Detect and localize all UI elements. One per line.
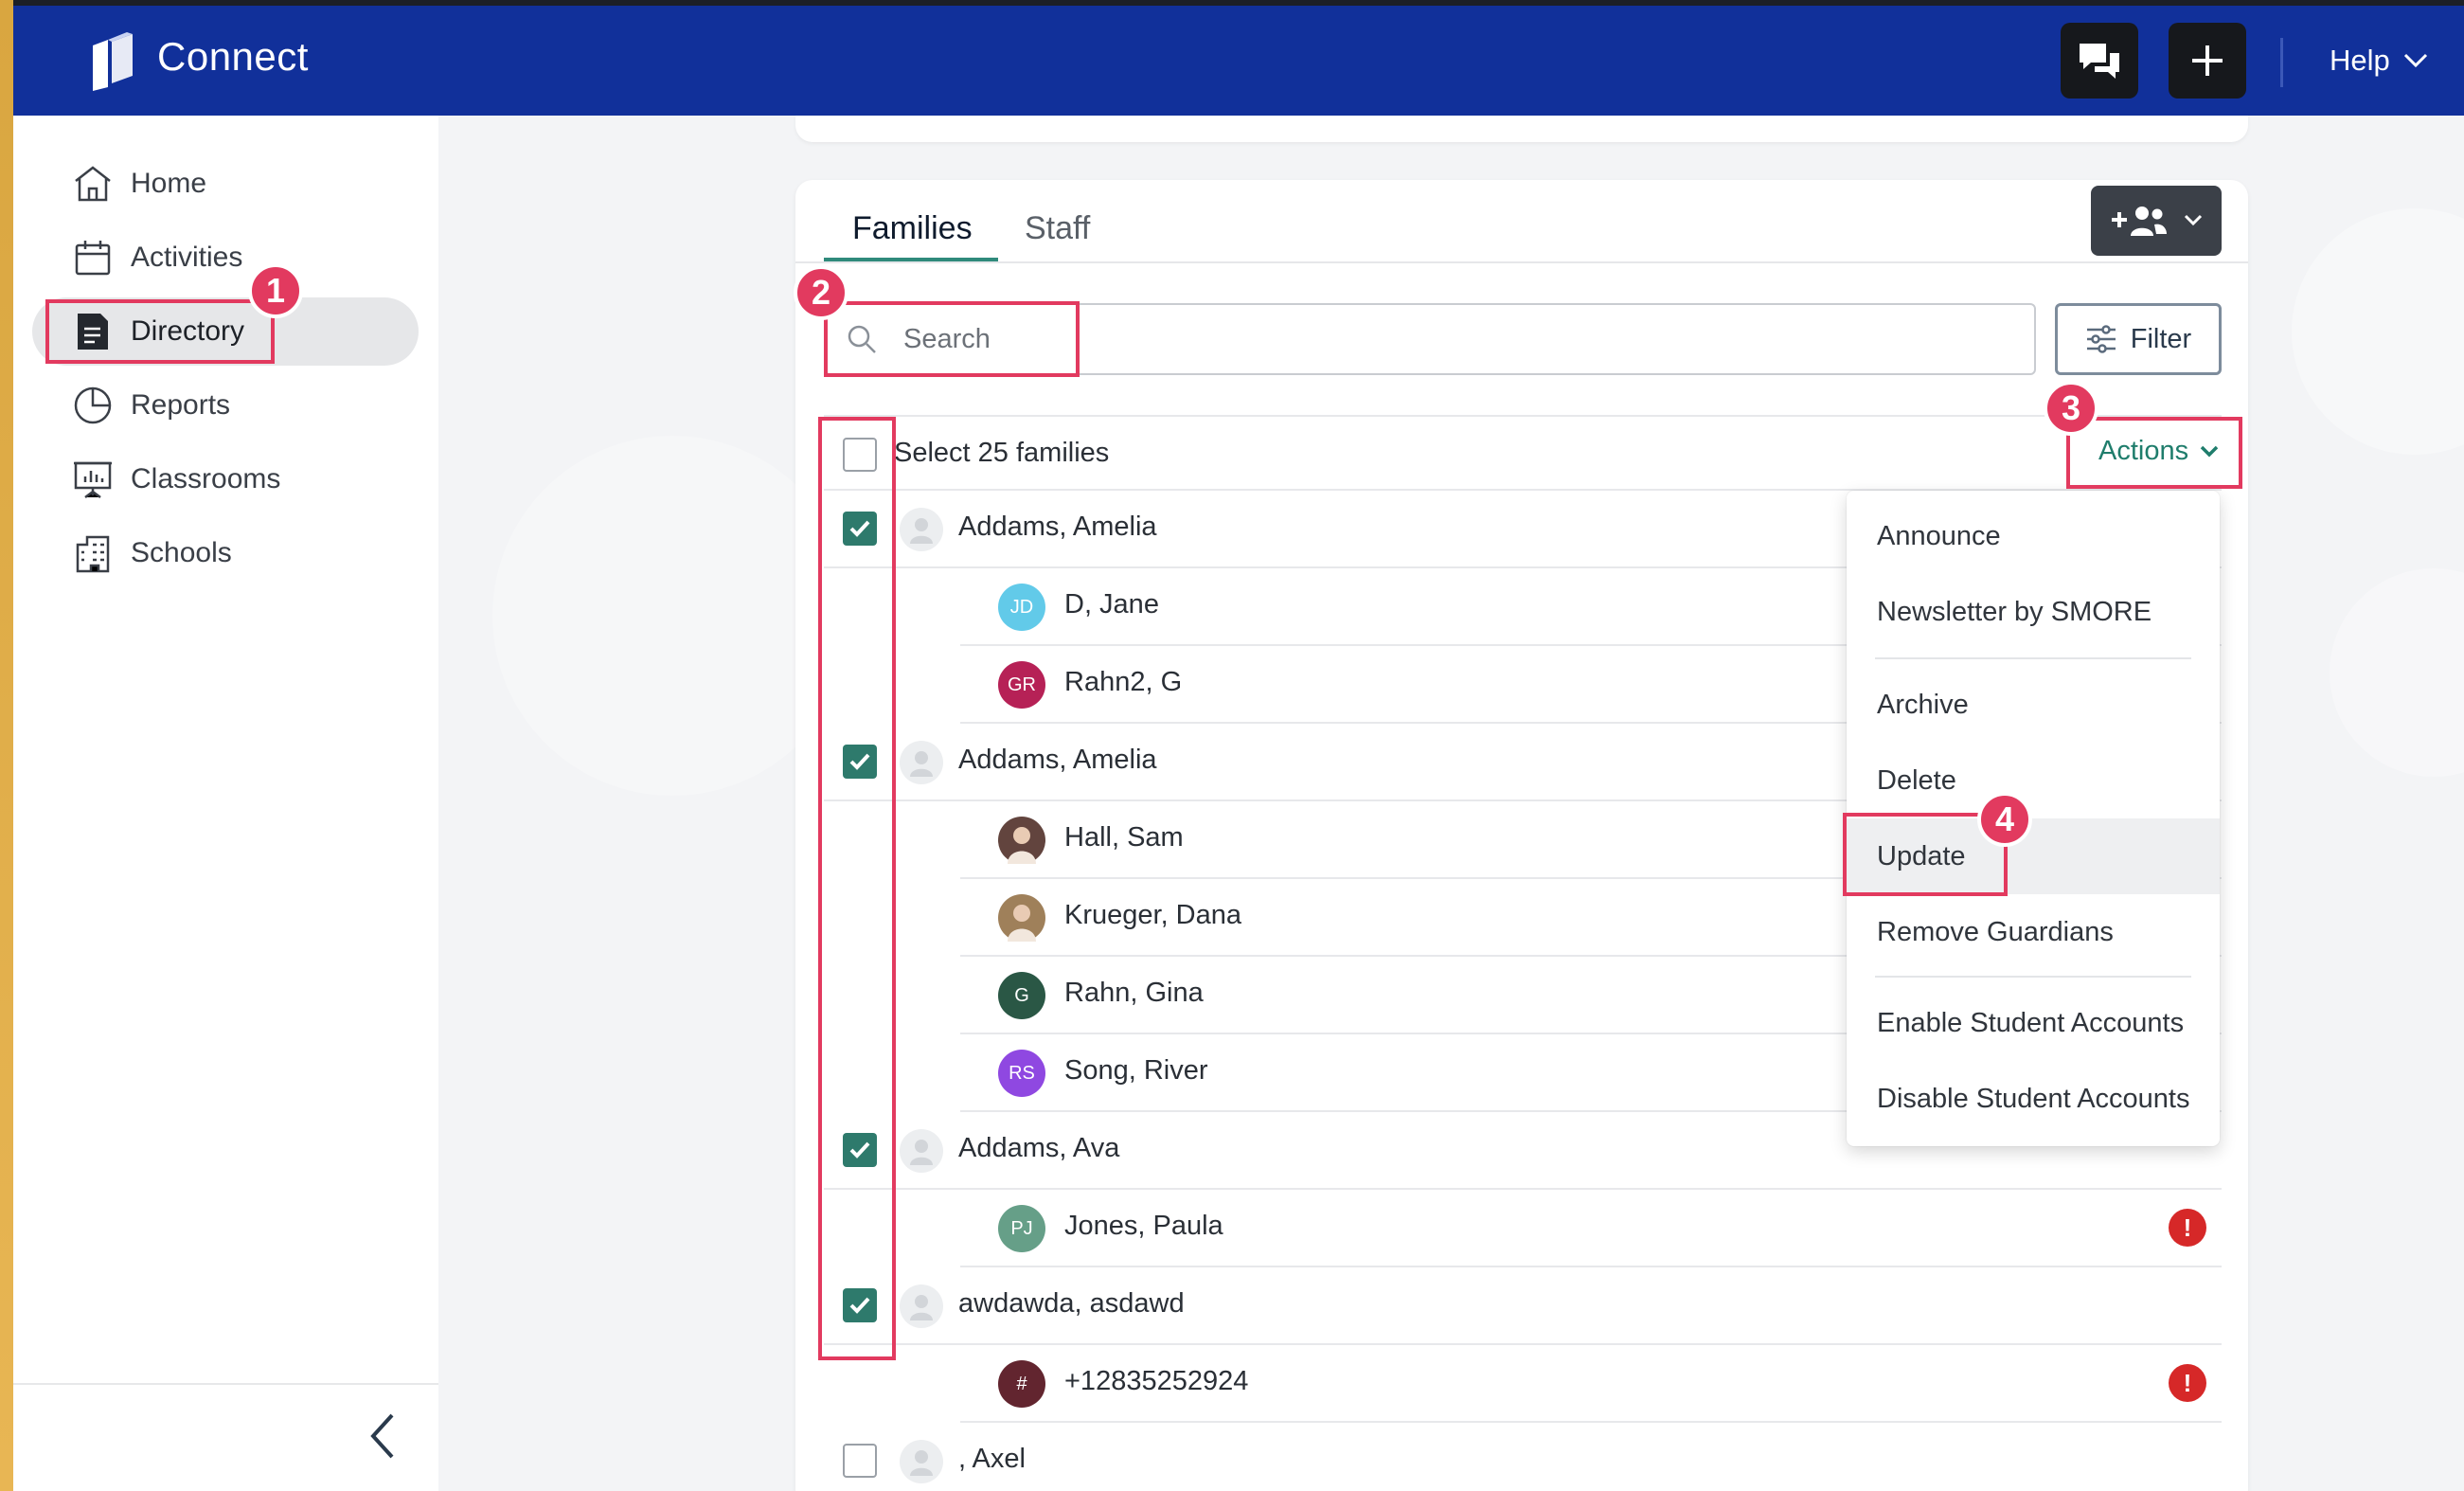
add-people-icon [2112, 207, 2167, 236]
annotation-badge: 3 [2044, 381, 2098, 436]
sidebar-item-label: Home [131, 168, 207, 199]
member-row[interactable]: PJ Jones, Paula! [960, 1190, 2222, 1267]
row-name: awdawda, asdawd [958, 1288, 1185, 1319]
annotation-box-actions [2066, 417, 2242, 489]
row-name: Hall, Sam [1064, 822, 1184, 853]
sidebar-item-home[interactable]: Home [32, 150, 419, 218]
chat-bubbles-icon [2080, 44, 2119, 79]
sidebar-item-classrooms[interactable]: Classrooms [32, 445, 419, 513]
row-name: Addams, Amelia [958, 512, 1157, 542]
header-divider [2280, 38, 2283, 87]
calendar-icon [72, 237, 114, 278]
member-initials-avatar: # [998, 1360, 1045, 1408]
row-name: Krueger, Dana [1064, 900, 1242, 930]
chevron-down-icon [2184, 214, 2203, 226]
family-row[interactable]: , Axel [824, 1423, 2222, 1491]
home-icon [72, 163, 114, 205]
select-all-label: Select 25 families [894, 438, 1110, 468]
sidebar-item-label: Activities [131, 242, 243, 273]
tab-families[interactable]: Families [852, 210, 973, 247]
annotation-badge: 2 [794, 265, 848, 320]
tab-staff[interactable]: Staff [1025, 210, 1090, 247]
member-photo-avatar [998, 817, 1045, 864]
member-photo-avatar [998, 894, 1045, 942]
sidebar-item-activities[interactable]: Activities [32, 224, 419, 292]
presentation-board-icon [72, 458, 114, 500]
row-name: Rahn, Gina [1064, 978, 1204, 1008]
menu-item-enable-student-accounts[interactable]: Enable Student Accounts [1847, 985, 2220, 1061]
member-initials-avatar: GR [998, 661, 1045, 709]
annotation-box-search [824, 301, 1080, 377]
family-avatar-placeholder [900, 1440, 943, 1483]
menu-item-newsletter-by-smore[interactable]: Newsletter by SMORE [1847, 574, 2220, 650]
family-avatar-placeholder [900, 508, 943, 551]
member-initials-avatar: G [998, 972, 1045, 1019]
menu-item-delete[interactable]: Delete [1847, 743, 2220, 818]
family-avatar-placeholder [900, 1284, 943, 1328]
background-decoration [2330, 568, 2464, 777]
sidebar-item-label: Schools [131, 537, 232, 568]
menu-item-disable-student-accounts[interactable]: Disable Student Accounts [1847, 1061, 2220, 1137]
menu-separator [1875, 657, 2191, 659]
row-name: , Axel [958, 1444, 1026, 1474]
menu-item-archive[interactable]: Archive [1847, 667, 2220, 743]
row-name: Song, River [1064, 1055, 1208, 1086]
alert-icon[interactable]: ! [2169, 1364, 2206, 1402]
building-icon [72, 532, 114, 574]
annotation-box-directory [45, 299, 275, 364]
sidebar-item-reports[interactable]: Reports [32, 371, 419, 440]
filter-button[interactable]: Filter [2055, 303, 2222, 375]
previous-card-bottom [795, 116, 2248, 142]
row-name: Rahn2, G [1064, 667, 1183, 697]
menu-item-announce[interactable]: Announce [1847, 498, 2220, 574]
plus-icon [2192, 45, 2223, 76]
family-avatar-placeholder [900, 741, 943, 784]
sidebar-footer-divider [13, 1383, 438, 1385]
pie-chart-icon [72, 385, 114, 426]
member-row[interactable]: # +12835252924! [960, 1345, 2222, 1423]
divider [824, 415, 2222, 417]
window-left-edge [0, 0, 13, 1491]
menu-separator [1875, 976, 2191, 978]
annotation-badge: 1 [248, 263, 303, 318]
top-navigation-bar: Connect Help [13, 6, 2464, 116]
row-name: +12835252924 [1064, 1366, 1249, 1396]
tabs-divider [795, 261, 2248, 263]
alert-icon[interactable]: ! [2169, 1209, 2206, 1247]
sidebar-item-label: Classrooms [131, 463, 281, 494]
row-name: Jones, Paula [1064, 1211, 1223, 1241]
annotation-box-checkboxes [818, 417, 896, 1360]
create-new-button[interactable] [2169, 23, 2246, 99]
annotation-badge: 4 [1977, 792, 2032, 847]
menu-item-remove-guardians[interactable]: Remove Guardians [1847, 894, 2220, 970]
collapse-sidebar-chevron-left-icon[interactable] [362, 1408, 403, 1464]
chevron-down-icon [2403, 53, 2427, 68]
row-name: Addams, Ava [958, 1133, 1120, 1163]
row-name: Addams, Amelia [958, 745, 1157, 775]
app-brand-name[interactable]: Connect [157, 34, 309, 80]
family-row[interactable]: awdawda, asdawd [824, 1267, 2222, 1345]
sidebar-item-schools[interactable]: Schools [32, 519, 419, 587]
help-menu-button[interactable]: Help [2330, 44, 2428, 78]
row-name: D, Jane [1064, 589, 1159, 620]
row-checkbox[interactable] [843, 1444, 877, 1478]
add-member-button[interactable] [2091, 186, 2222, 256]
help-label: Help [2330, 44, 2390, 77]
family-avatar-placeholder [900, 1129, 943, 1173]
member-initials-avatar: RS [998, 1050, 1045, 1097]
sliders-icon [2086, 325, 2116, 353]
connect-logo-icon [93, 32, 133, 91]
member-initials-avatar: PJ [998, 1205, 1045, 1252]
filter-label: Filter [2130, 323, 2192, 354]
background-decoration [2292, 208, 2464, 455]
member-initials-avatar: JD [998, 584, 1045, 631]
sidebar-item-label: Reports [131, 389, 231, 421]
messages-button[interactable] [2061, 23, 2138, 99]
